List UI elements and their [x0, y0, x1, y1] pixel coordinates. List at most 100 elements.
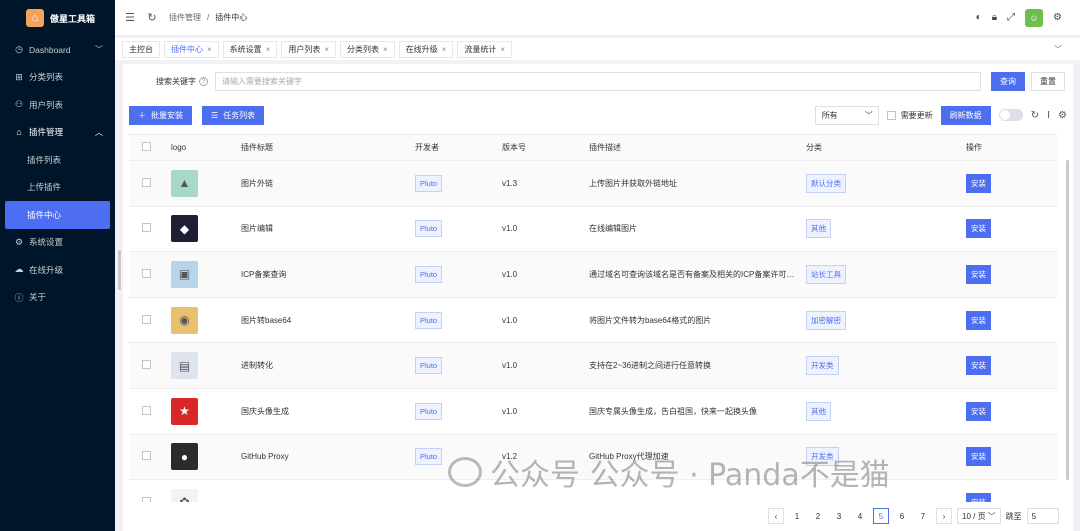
row-checkbox[interactable] [142, 268, 151, 278]
app-brand[interactable]: ⌂ 傲星工具箱 [0, 0, 115, 36]
column-header: 开发者 [415, 143, 439, 152]
sidebar-item[interactable]: ⊞ 分类列表 [0, 64, 115, 92]
tab-bar: 主控台 插件中心 × 系统设置 × 用户列表 × 分类列表 × 在线升级 × 流量统计 × ﹀ [115, 38, 1080, 60]
install-button[interactable]: 安装 [966, 401, 991, 421]
plugin-title: 图片转base64 [241, 315, 292, 325]
page-number[interactable]: 3 [831, 508, 847, 524]
settings-gear-icon[interactable]: ⚙ [1053, 12, 1062, 23]
tab[interactable]: 分类列表 × [340, 40, 395, 58]
row-checkbox[interactable] [142, 314, 151, 324]
close-icon[interactable]: × [442, 45, 447, 54]
install-button[interactable]: 安装 [966, 264, 991, 284]
avatar[interactable]: ☺ [1025, 8, 1044, 27]
row-checkbox[interactable] [142, 496, 151, 502]
refresh-icon[interactable]: ↻ [1031, 110, 1039, 121]
column-header: 插件标题 [241, 143, 273, 152]
install-button[interactable]: 安装 [966, 356, 991, 376]
breadcrumb-item[interactable]: 插件管理 [169, 12, 201, 23]
page-number[interactable]: 2 [810, 508, 826, 524]
tab[interactable]: 用户列表 × [281, 40, 337, 58]
install-button[interactable]: 安装 [966, 310, 991, 330]
page-number[interactable]: 4 [852, 508, 868, 524]
filter-select[interactable]: 所有 ﹀ [814, 105, 879, 125]
sidebar-item-label: Dashboard [29, 44, 71, 55]
tab[interactable]: 主控台 [122, 40, 160, 58]
tab[interactable]: 在线升级 × [398, 40, 454, 58]
github-icon[interactable]: ◐ [976, 12, 982, 23]
column-header: logo [171, 143, 187, 152]
jump-input[interactable]: 5 [1026, 508, 1059, 524]
table-row: ◆ 图片编辑 Pluto v1.0 在线编辑图片 其他 安装 [129, 207, 1057, 253]
sidebar-item[interactable]: ⚇ 用户列表 [0, 91, 115, 119]
sidebar-item[interactable]: ☁ 在线升级 [0, 256, 115, 284]
sidebar-item[interactable]: ◷ Dashboard ﹀ [0, 36, 115, 64]
plugin-description: 在线编辑图片 [589, 224, 637, 234]
checkbox-box[interactable] [886, 110, 896, 120]
plugin-title: GitHub Proxy [241, 452, 289, 462]
sidebar-item[interactable]: ⚙ 系统设置 [0, 229, 115, 257]
task-list-button[interactable]: ☰ 任务列表 [202, 105, 265, 125]
reload-icon[interactable]: ↻ [141, 11, 163, 24]
prev-page-icon[interactable]: ‹ [768, 508, 784, 524]
table-row: ▤ 进制转化 Pluto v1.0 支持在2~36进制之间进行任意转换 开发类 安装 [129, 343, 1057, 389]
tab[interactable]: 系统设置 × [222, 40, 278, 58]
sidebar-item[interactable]: ⌂ 插件管理 ︿ [0, 119, 115, 147]
tab[interactable]: 插件中心 × [164, 40, 219, 58]
plugin-version: v1.0 [502, 269, 518, 279]
tab-label: 系统设置 [229, 44, 262, 54]
install-button[interactable]: 安装 [966, 447, 991, 467]
row-checkbox[interactable] [142, 405, 151, 415]
tabs-more-chevron-icon[interactable]: ﹀ [1054, 44, 1062, 55]
close-icon[interactable]: × [383, 45, 388, 54]
developer-tag: Pluto [415, 174, 443, 192]
chevron-down-icon: ﹀ [864, 110, 873, 120]
sidebar-item[interactable]: 上传插件 [0, 174, 115, 202]
row-checkbox[interactable] [142, 360, 151, 370]
row-checkbox[interactable] [142, 223, 151, 233]
install-button[interactable]: 安装 [966, 219, 991, 239]
close-icon[interactable]: × [266, 45, 271, 54]
row-checkbox[interactable] [142, 177, 151, 187]
page-size-select[interactable]: 10 / 页 ﹀ [957, 508, 1001, 524]
column-height-icon[interactable]: Ⅰ [1047, 110, 1050, 121]
close-icon[interactable]: × [207, 45, 212, 54]
menu-collapse-icon[interactable]: ☰ [119, 11, 141, 24]
column-settings-icon[interactable]: ⚙ [1058, 110, 1067, 121]
sidebar-item[interactable]: 插件列表 [0, 146, 115, 174]
developer-tag: Pluto [415, 402, 443, 420]
close-icon[interactable]: × [324, 45, 329, 54]
plugin-version: v1.3 [502, 178, 518, 188]
page-number[interactable]: 1 [789, 508, 805, 524]
refresh-data-button[interactable]: 刷新数据 [940, 105, 991, 125]
sidebar-item[interactable]: 插件中心 [5, 201, 110, 229]
category-tag: 默认分类 [806, 173, 846, 193]
table-scrollbar[interactable] [1066, 160, 1069, 480]
next-page-icon[interactable]: › [936, 508, 952, 524]
sidebar-resize-handle[interactable] [118, 250, 121, 290]
sidebar-item[interactable]: ⓘ 关于 [0, 284, 115, 312]
fullscreen-icon[interactable]: ⤢ [1007, 12, 1015, 23]
lock-icon[interactable]: 🔒︎ [992, 12, 997, 23]
page-number[interactable]: 6 [894, 508, 910, 524]
need-update-checkbox[interactable]: 需要更新 [886, 110, 933, 121]
toggle-switch[interactable] [998, 109, 1023, 121]
batch-install-button[interactable]: ＋ 批量安装 [129, 105, 192, 125]
page-number[interactable]: 7 [915, 508, 931, 524]
plugin-logo-icon: ★ [171, 397, 198, 425]
plugin-version: v1.0 [502, 361, 518, 371]
sidebar-item-label: 用户列表 [29, 99, 64, 110]
select-all-checkbox[interactable] [142, 142, 151, 151]
plugin-title: 图片外链 [241, 178, 273, 188]
reset-button[interactable]: 重置 [1031, 71, 1065, 91]
close-icon[interactable]: × [500, 45, 505, 54]
search-input[interactable] [215, 71, 981, 91]
help-icon[interactable]: ? [199, 76, 208, 86]
install-button[interactable]: 安装 [966, 173, 991, 193]
plugin-table: logo 插件标题 开发者 版本号 插件描述 分类 操作 ▲ 图片外链 Pluto v… [129, 134, 1057, 502]
install-button[interactable]: 安装 [966, 492, 991, 502]
row-checkbox[interactable] [142, 451, 151, 461]
query-button[interactable]: 查询 [991, 71, 1025, 91]
gift-icon: ⊞ [15, 71, 23, 82]
page-number[interactable]: 5 [873, 508, 889, 524]
tab[interactable]: 流量统计 × [457, 40, 513, 58]
